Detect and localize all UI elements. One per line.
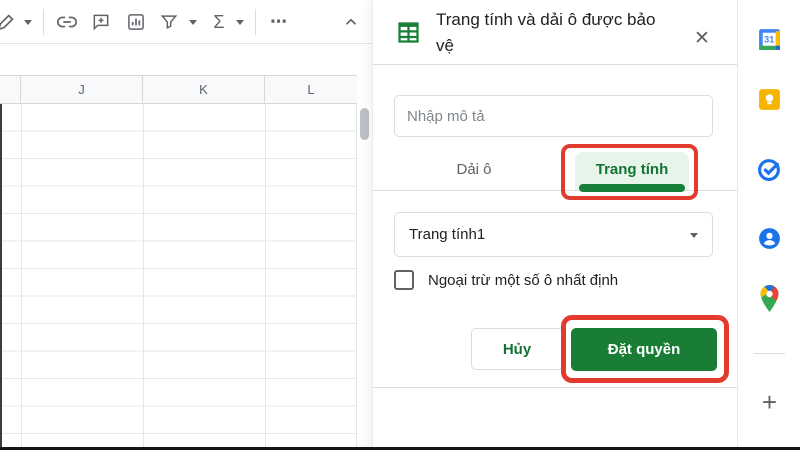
add-addon-button[interactable]: + — [757, 387, 782, 417]
sheets-table-icon — [395, 19, 422, 51]
paint-pen-dropdown-icon[interactable] — [20, 0, 36, 44]
google-tasks-icon[interactable] — [757, 157, 782, 182]
column-headers: J K L — [0, 75, 357, 104]
cancel-button[interactable]: Hủy — [471, 328, 563, 370]
insert-link-icon[interactable] — [55, 0, 79, 44]
grid-vline — [21, 104, 22, 447]
google-contacts-icon[interactable] — [757, 226, 782, 251]
panel-divider — [373, 387, 737, 388]
toolbar-separator — [43, 9, 44, 35]
google-maps-icon[interactable] — [757, 284, 782, 314]
more-options-icon[interactable]: ⋯ — [264, 0, 294, 44]
grid-vline — [356, 104, 357, 447]
filter-dropdown-icon[interactable] — [185, 0, 201, 44]
column-header-j[interactable]: J — [21, 76, 143, 103]
svg-text:31: 31 — [764, 35, 774, 45]
panel-title: Trang tính và dải ô được bảo vệ — [436, 10, 656, 55]
google-keep-icon[interactable] — [757, 87, 782, 112]
description-input[interactable] — [394, 95, 713, 137]
grid-cells[interactable] — [0, 104, 357, 447]
spreadsheet-grid: J K L — [0, 44, 372, 450]
except-cells-option[interactable]: Ngoại trừ một số ô nhất định — [394, 270, 618, 290]
insert-comment-icon[interactable] — [89, 0, 113, 44]
sidebar-separator — [754, 353, 785, 354]
toolbar: Σ ⋯ — [0, 0, 372, 44]
filter-icon[interactable] — [157, 0, 181, 44]
tabs-row: Dải ô Trang tính — [373, 148, 737, 192]
column-header-l[interactable]: L — [265, 76, 357, 103]
functions-sigma-icon[interactable]: Σ — [208, 0, 230, 44]
sheet-dropdown-value: Trang tính1 — [409, 226, 486, 243]
grid-vline — [265, 104, 266, 447]
apps-sidebar: 31 + — [737, 0, 800, 450]
except-cells-checkbox[interactable] — [394, 270, 414, 290]
toolbar-separator — [255, 9, 256, 35]
protected-ranges-panel: Trang tính và dải ô được bảo vệ ✕ Dải ô … — [372, 0, 737, 450]
panel-header: Trang tính và dải ô được bảo vệ ✕ — [373, 0, 737, 65]
vertical-scrollbar[interactable] — [360, 108, 369, 140]
grid-vline — [143, 104, 144, 447]
google-calendar-icon[interactable]: 31 — [757, 27, 782, 52]
paint-pen-icon[interactable] — [0, 0, 19, 44]
sheet-dropdown[interactable]: Trang tính1 — [394, 212, 713, 257]
close-icon[interactable]: ✕ — [688, 24, 716, 52]
chevron-down-icon — [690, 233, 698, 238]
except-cells-label: Ngoại trừ một số ô nhất định — [428, 271, 619, 289]
window-left-edge — [0, 104, 2, 450]
set-permissions-button[interactable]: Đặt quyền — [571, 328, 717, 371]
collapse-toolbar-icon[interactable] — [338, 0, 364, 44]
column-header-partial[interactable] — [0, 76, 21, 103]
insert-chart-icon[interactable] — [124, 0, 148, 44]
tab-sheet[interactable]: Trang tính — [575, 148, 689, 190]
column-header-k[interactable]: K — [143, 76, 265, 103]
google-sheets-window: Σ ⋯ J K L Trang tính và dải ô được bảo v… — [0, 0, 800, 450]
tab-range[interactable]: Dải ô — [394, 148, 554, 190]
functions-dropdown-icon[interactable] — [232, 0, 248, 44]
